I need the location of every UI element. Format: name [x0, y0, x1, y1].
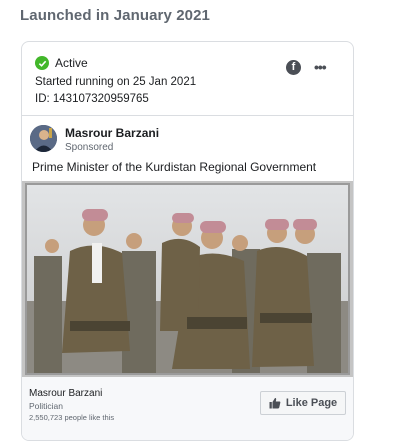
- footer-page-name[interactable]: Masrour Barzani: [29, 388, 102, 399]
- more-icon[interactable]: •••: [314, 59, 327, 75]
- status-label: Active: [55, 56, 88, 70]
- footer-category: Politician: [29, 401, 64, 411]
- avatar[interactable]: [30, 125, 57, 152]
- divider: [22, 115, 353, 116]
- facebook-icon: f: [286, 60, 301, 75]
- ad-id-text: ID: 143107320959765: [35, 93, 149, 105]
- status-row: Active: [35, 56, 88, 70]
- thumbs-up-icon: [269, 397, 281, 409]
- ad-body-text: Prime Minister of the Kurdistan Regional…: [32, 160, 317, 174]
- like-page-button[interactable]: Like Page: [260, 391, 346, 415]
- like-page-label: Like Page: [285, 397, 338, 409]
- sponsored-label: Sponsored: [65, 142, 114, 153]
- page-name[interactable]: Masrour Barzani: [65, 126, 159, 140]
- check-circle-icon: [35, 56, 49, 70]
- ad-card: Active Started running on 25 Jan 2021 ID…: [21, 41, 354, 441]
- ad-image[interactable]: [22, 181, 353, 377]
- ad-footer: Masrour Barzani Politician 2,550,723 peo…: [22, 377, 353, 440]
- footer-likes-count: 2,550,723 people like this: [29, 413, 115, 422]
- started-running-text: Started running on 25 Jan 2021: [35, 76, 197, 88]
- section-title: Launched in January 2021: [20, 7, 210, 24]
